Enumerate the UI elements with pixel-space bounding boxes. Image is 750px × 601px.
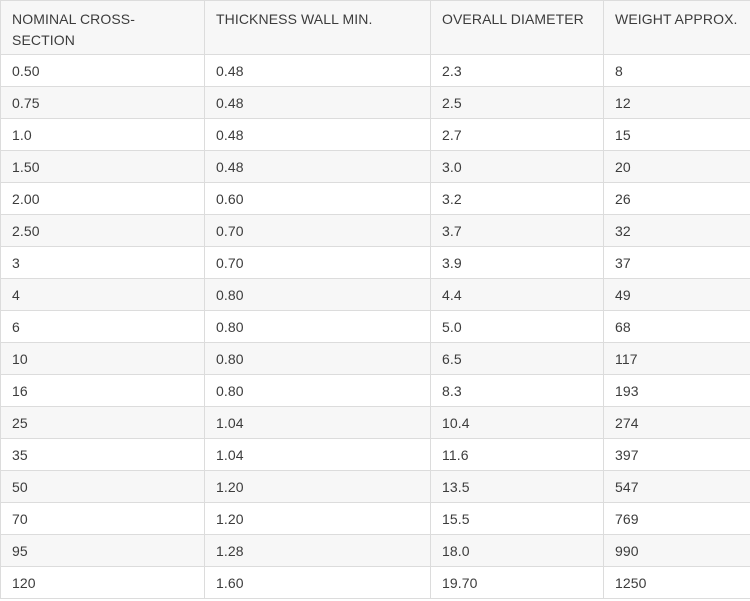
- cell-thickness-wall-min: 1.20: [204, 470, 431, 503]
- cell-overall-diameter: 5.0: [430, 310, 604, 343]
- cell-weight-approx: 769: [603, 502, 750, 535]
- cell-nominal-cross-section: 2.50: [0, 214, 205, 247]
- cell-weight-approx: 15: [603, 118, 750, 151]
- cell-nominal-cross-section: 35: [0, 438, 205, 471]
- cell-weight-approx: 12: [603, 86, 750, 119]
- table-row: 2.50 0.70 3.7 32: [0, 214, 750, 247]
- cell-weight-approx: 37: [603, 246, 750, 279]
- cell-nominal-cross-section: 95: [0, 534, 205, 567]
- cell-thickness-wall-min: 0.80: [204, 310, 431, 343]
- table-row: 70 1.20 15.5 769: [0, 502, 750, 535]
- cell-nominal-cross-section: 10: [0, 342, 205, 375]
- cell-overall-diameter: 2.3: [430, 54, 604, 87]
- cell-weight-approx: 274: [603, 406, 750, 439]
- table-row: 95 1.28 18.0 990: [0, 534, 750, 567]
- cell-nominal-cross-section: 1.50: [0, 150, 205, 183]
- cell-overall-diameter: 3.0: [430, 150, 604, 183]
- cell-overall-diameter: 19.70: [430, 566, 604, 599]
- cell-thickness-wall-min: 1.60: [204, 566, 431, 599]
- cell-nominal-cross-section: 3: [0, 246, 205, 279]
- cell-weight-approx: 990: [603, 534, 750, 567]
- cell-thickness-wall-min: 0.60: [204, 182, 431, 215]
- table-row: 16 0.80 8.3 193: [0, 374, 750, 407]
- table-row: 2.00 0.60 3.2 26: [0, 182, 750, 215]
- cell-overall-diameter: 4.4: [430, 278, 604, 311]
- cell-overall-diameter: 2.5: [430, 86, 604, 119]
- cell-nominal-cross-section: 120: [0, 566, 205, 599]
- table-row: 0.50 0.48 2.3 8: [0, 54, 750, 87]
- cell-overall-diameter: 8.3: [430, 374, 604, 407]
- cell-overall-diameter: 10.4: [430, 406, 604, 439]
- cell-nominal-cross-section: 6: [0, 310, 205, 343]
- header-overall-diameter: OVERALL DIAMETER: [430, 0, 604, 55]
- cell-overall-diameter: 3.7: [430, 214, 604, 247]
- cell-thickness-wall-min: 0.80: [204, 342, 431, 375]
- table-row: 4 0.80 4.4 49: [0, 278, 750, 311]
- table-row: 6 0.80 5.0 68: [0, 310, 750, 343]
- table-row: 10 0.80 6.5 117: [0, 342, 750, 375]
- cell-weight-approx: 32: [603, 214, 750, 247]
- table-row: 50 1.20 13.5 547: [0, 470, 750, 503]
- cell-overall-diameter: 15.5: [430, 502, 604, 535]
- cell-weight-approx: 193: [603, 374, 750, 407]
- cell-weight-approx: 397: [603, 438, 750, 471]
- cell-thickness-wall-min: 0.70: [204, 246, 431, 279]
- cell-nominal-cross-section: 0.75: [0, 86, 205, 119]
- header-nominal-cross-section: NOMINAL CROSS-SECTION: [0, 0, 205, 55]
- cell-nominal-cross-section: 1.0: [0, 118, 205, 151]
- cell-nominal-cross-section: 4: [0, 278, 205, 311]
- cell-thickness-wall-min: 0.70: [204, 214, 431, 247]
- cell-thickness-wall-min: 1.04: [204, 438, 431, 471]
- cell-weight-approx: 117: [603, 342, 750, 375]
- cell-thickness-wall-min: 1.04: [204, 406, 431, 439]
- header-row: NOMINAL CROSS-SECTION THICKNESS WALL MIN…: [0, 0, 750, 55]
- cell-thickness-wall-min: 0.80: [204, 278, 431, 311]
- cell-overall-diameter: 3.2: [430, 182, 604, 215]
- cell-nominal-cross-section: 2.00: [0, 182, 205, 215]
- cell-thickness-wall-min: 0.80: [204, 374, 431, 407]
- table-row: 25 1.04 10.4 274: [0, 406, 750, 439]
- cell-overall-diameter: 3.9: [430, 246, 604, 279]
- cell-thickness-wall-min: 1.20: [204, 502, 431, 535]
- cell-thickness-wall-min: 0.48: [204, 150, 431, 183]
- cell-thickness-wall-min: 0.48: [204, 86, 431, 119]
- cell-weight-approx: 547: [603, 470, 750, 503]
- table-row: 1.50 0.48 3.0 20: [0, 150, 750, 183]
- cell-nominal-cross-section: 16: [0, 374, 205, 407]
- table-row: 35 1.04 11.6 397: [0, 438, 750, 471]
- cell-weight-approx: 26: [603, 182, 750, 215]
- header-thickness-wall-min: THICKNESS WALL MIN.: [204, 0, 431, 55]
- cell-thickness-wall-min: 0.48: [204, 54, 431, 87]
- cell-nominal-cross-section: 70: [0, 502, 205, 535]
- cell-thickness-wall-min: 0.48: [204, 118, 431, 151]
- cell-overall-diameter: 2.7: [430, 118, 604, 151]
- table-row: 120 1.60 19.70 1250: [0, 566, 750, 599]
- cell-nominal-cross-section: 0.50: [0, 54, 205, 87]
- table-header: NOMINAL CROSS-SECTION THICKNESS WALL MIN…: [0, 0, 750, 55]
- cell-overall-diameter: 13.5: [430, 470, 604, 503]
- cell-thickness-wall-min: 1.28: [204, 534, 431, 567]
- cell-weight-approx: 49: [603, 278, 750, 311]
- cell-overall-diameter: 11.6: [430, 438, 604, 471]
- cell-weight-approx: 8: [603, 54, 750, 87]
- table-body: 0.50 0.48 2.3 8 0.75 0.48 2.5 12 1.0 0.48 2.7 15 1.5…: [0, 54, 750, 599]
- cell-nominal-cross-section: 25: [0, 406, 205, 439]
- table-row: 1.0 0.48 2.7 15: [0, 118, 750, 151]
- cell-nominal-cross-section: 50: [0, 470, 205, 503]
- cell-weight-approx: 20: [603, 150, 750, 183]
- cell-overall-diameter: 6.5: [430, 342, 604, 375]
- header-weight-approx: WEIGHT APPROX.: [603, 0, 750, 55]
- cell-weight-approx: 1250: [603, 566, 750, 599]
- cable-spec-table: NOMINAL CROSS-SECTION THICKNESS WALL MIN…: [0, 0, 750, 599]
- table-row: 0.75 0.48 2.5 12: [0, 86, 750, 119]
- cell-weight-approx: 68: [603, 310, 750, 343]
- cell-overall-diameter: 18.0: [430, 534, 604, 567]
- table-row: 3 0.70 3.9 37: [0, 246, 750, 279]
